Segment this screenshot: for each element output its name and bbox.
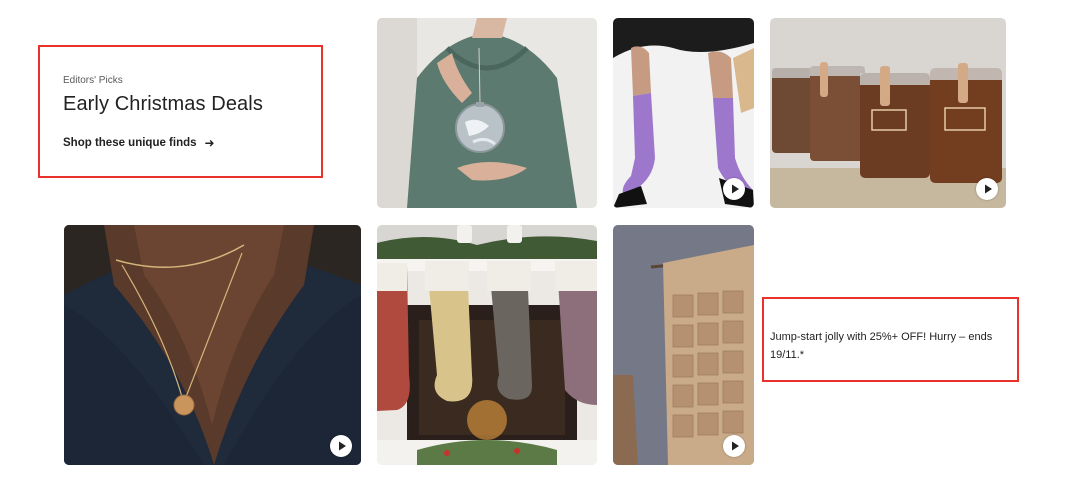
editors-picks-section: Editors' Picks Early Christmas Deals Sho… bbox=[0, 0, 1080, 477]
play-video-button[interactable] bbox=[723, 178, 745, 200]
advent-calendar-image bbox=[613, 225, 754, 465]
play-icon bbox=[732, 184, 739, 194]
product-tile-stockings[interactable] bbox=[377, 225, 597, 465]
play-video-button[interactable] bbox=[976, 178, 998, 200]
play-icon bbox=[985, 184, 992, 194]
play-video-button[interactable] bbox=[330, 435, 352, 457]
play-icon bbox=[339, 441, 346, 451]
product-tile-socks[interactable] bbox=[613, 18, 754, 208]
product-tile-glasses[interactable] bbox=[770, 18, 1006, 208]
highlight-box-intro bbox=[38, 45, 323, 178]
product-tile-necklace[interactable] bbox=[64, 225, 361, 465]
product-tile-advent-calendar[interactable] bbox=[613, 225, 754, 465]
ornament-image bbox=[377, 18, 597, 208]
glasses-image bbox=[770, 18, 1006, 208]
necklace-image bbox=[64, 225, 361, 465]
product-tile-ornament[interactable] bbox=[377, 18, 597, 208]
highlight-box-promo bbox=[762, 297, 1019, 382]
play-icon bbox=[732, 441, 739, 451]
stockings-image bbox=[377, 225, 597, 465]
play-video-button[interactable] bbox=[723, 435, 745, 457]
